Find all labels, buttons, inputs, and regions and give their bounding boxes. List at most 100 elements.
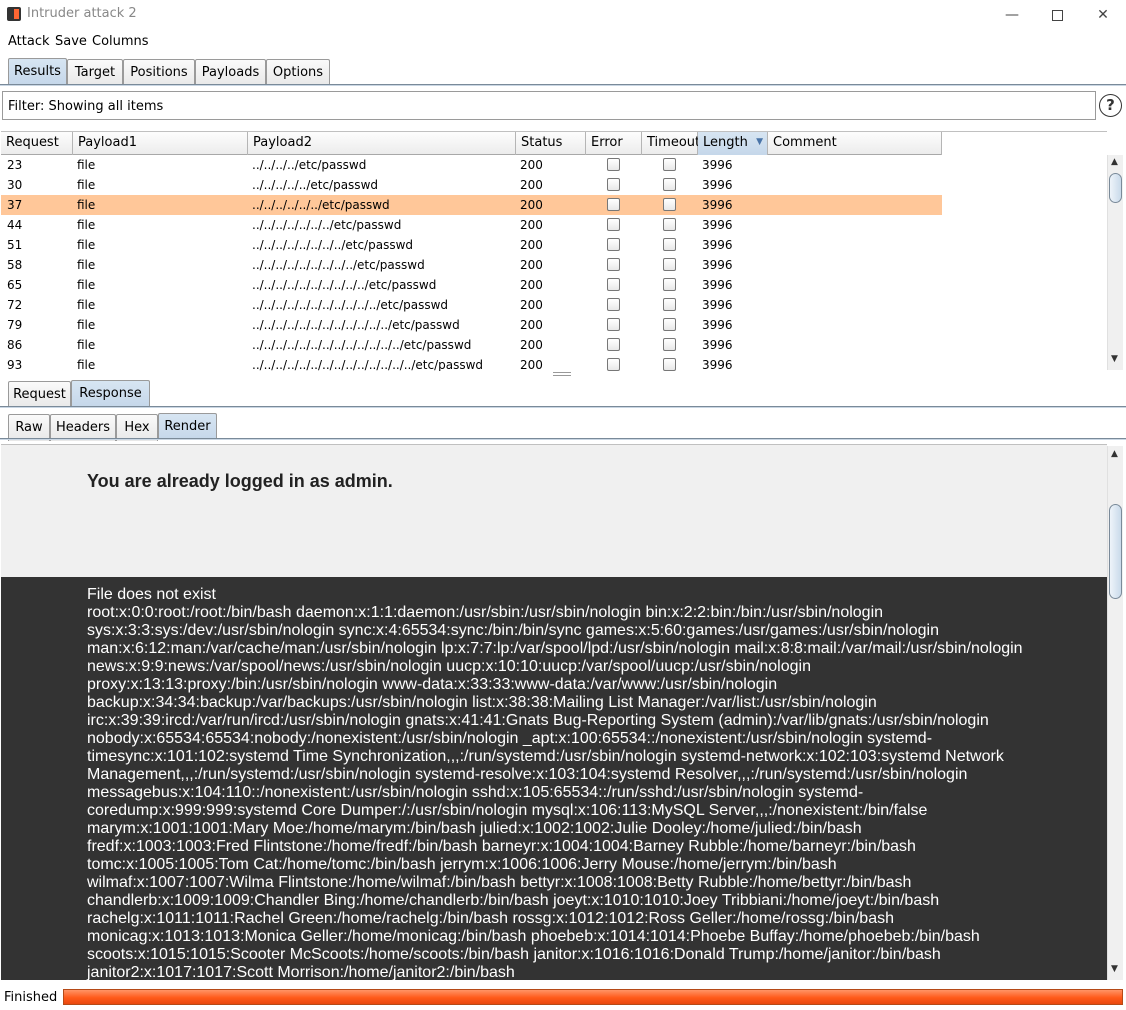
cell-length: 3996 <box>702 298 733 312</box>
render-pane: You are already logged in as admin. File… <box>1 444 1107 980</box>
column-header-comment[interactable]: Comment <box>768 132 942 155</box>
cell-request: 51 <box>7 238 23 252</box>
tab-render[interactable]: Render <box>158 413 217 440</box>
tab-headers[interactable]: Headers <box>50 414 116 441</box>
column-header-payload2[interactable]: Payload2 <box>248 132 516 155</box>
column-header-length[interactable]: Length ▼ <box>698 132 768 155</box>
table-row[interactable]: 86 file ../../../../../../../../../../../.… <box>1 335 942 355</box>
table-row[interactable]: 30 file ../../../../../etc/passwd 200 3996 <box>1 175 942 195</box>
table-row[interactable]: 58 file ../../../../../../../../../etc/pas… <box>1 255 942 275</box>
tab-positions[interactable]: Positions <box>123 59 195 86</box>
cell-status: 200 <box>520 258 543 272</box>
timeout-checkbox <box>663 298 676 311</box>
cell-payload2: ../../../../../../../../../etc/passwd <box>252 258 425 272</box>
cell-payload1: file <box>77 298 96 312</box>
cell-request: 72 <box>7 298 23 312</box>
maximize-icon[interactable] <box>1043 4 1071 26</box>
cell-payload1: file <box>77 338 96 352</box>
cell-length: 3996 <box>702 318 733 332</box>
cell-request: 37 <box>7 198 23 212</box>
render-scroll-thumb[interactable] <box>1109 504 1122 599</box>
table-row[interactable]: 72 file ../../../../../../../../../../../e… <box>1 295 942 315</box>
timeout-checkbox <box>663 318 676 331</box>
table-row[interactable]: 44 file ../../../../../../../etc/passwd 200… <box>1 215 942 235</box>
tab-results[interactable]: Results <box>8 58 67 85</box>
passwd-line: Management,,,:/run/systemd:/usr/sbin/nol… <box>87 766 968 783</box>
timeout-checkbox <box>663 158 676 171</box>
cell-payload2: ../../../../../../../../../../../../../e… <box>252 338 472 352</box>
tab-target[interactable]: Target <box>67 59 123 86</box>
tab-hex[interactable]: Hex <box>116 414 158 441</box>
error-checkbox <box>607 318 620 331</box>
cell-status: 200 <box>520 218 543 232</box>
error-checkbox <box>607 218 620 231</box>
column-header-error[interactable]: Error <box>586 132 642 155</box>
column-header-payload1[interactable]: Payload1 <box>73 132 248 155</box>
tab-raw[interactable]: Raw <box>8 414 50 441</box>
cell-request: 30 <box>7 178 23 192</box>
cell-payload1: file <box>77 158 96 172</box>
error-checkbox <box>607 178 620 191</box>
status-text: Finished <box>4 990 58 1005</box>
cell-request: 44 <box>7 218 23 232</box>
passwd-line: irc:x:39:39:ircd:/var/run/ircd:/usr/sbin… <box>87 712 989 729</box>
cell-payload2: ../../../../../../etc/passwd <box>252 198 390 212</box>
column-header-timeout[interactable]: Timeout <box>642 132 700 155</box>
error-checkbox <box>607 158 620 171</box>
view-tab-strip: Raw Headers Hex Render <box>0 412 1126 441</box>
cell-length: 3996 <box>702 158 733 172</box>
cell-status: 200 <box>520 358 543 371</box>
pane-splitter[interactable] <box>553 372 571 376</box>
table-row[interactable]: 37 file ../../../../../../etc/passwd 200 399… <box>1 195 942 215</box>
scroll-thumb[interactable] <box>1109 173 1122 203</box>
results-scrollbar[interactable]: ▲ ▼ <box>1107 155 1123 370</box>
passwd-line: chandlerb:x:1009:1009:Chandler Bing:/hom… <box>87 892 940 909</box>
view-divider <box>0 438 1126 440</box>
close-icon[interactable]: ✕ <box>1089 4 1117 26</box>
cell-payload1: file <box>77 238 96 252</box>
menu-save[interactable]: Save <box>55 34 87 49</box>
passwd-line: proxy:x:13:13:proxy:/bin:/usr/sbin/nolog… <box>87 676 778 693</box>
filter-bar[interactable]: Filter: Showing all items <box>2 91 1096 120</box>
cell-status: 200 <box>520 318 543 332</box>
table-header: Request Payload1 Payload2 Status Error T… <box>1 132 942 155</box>
cell-status: 200 <box>520 278 543 292</box>
scroll-up-icon[interactable]: ▲ <box>1111 157 1118 167</box>
render-scrollbar[interactable]: ▲ ▼ <box>1107 446 1123 980</box>
column-header-request[interactable]: Request <box>1 132 73 155</box>
tab-payloads[interactable]: Payloads <box>195 59 266 86</box>
timeout-checkbox <box>663 198 676 211</box>
cell-payload2: ../../../../../../../../etc/passwd <box>252 238 414 252</box>
scroll-down-icon[interactable]: ▼ <box>1111 964 1118 974</box>
sort-desc-icon: ▼ <box>756 137 763 147</box>
column-header-status[interactable]: Status <box>516 132 586 155</box>
tab-options[interactable]: Options <box>266 59 330 86</box>
error-checkbox <box>607 238 620 251</box>
tab-response[interactable]: Response <box>71 380 150 407</box>
scroll-up-icon[interactable]: ▲ <box>1111 449 1118 459</box>
status-bar: Finished <box>0 986 1126 1010</box>
table-row[interactable]: 79 file ../../../../../../../../../../../.… <box>1 315 942 335</box>
minimize-icon[interactable]: — <box>998 4 1026 26</box>
error-checkbox <box>607 198 620 211</box>
cell-length: 3996 <box>702 358 733 371</box>
cell-payload1: file <box>77 258 96 272</box>
title-bar: Intruder attack 2 — ✕ <box>0 0 1126 30</box>
table-row[interactable]: 93 file ../../../../../../../../../../../.… <box>1 355 942 371</box>
passwd-line: root:x:0:0:root:/root:/bin/bash daemon:x… <box>87 604 884 621</box>
menu-attack[interactable]: Attack <box>8 34 50 49</box>
table-row[interactable]: 65 file ../../../../../../../../../../etc/… <box>1 275 942 295</box>
cell-length: 3996 <box>702 178 733 192</box>
cell-length: 3996 <box>702 338 733 352</box>
cell-payload2: ../../../../../../../etc/passwd <box>252 218 402 232</box>
table-row[interactable]: 51 file ../../../../../../../../etc/passwd… <box>1 235 942 255</box>
passwd-line: sys:x:3:3:sys:/dev:/usr/sbin/nologin syn… <box>87 622 939 639</box>
scroll-down-icon[interactable]: ▼ <box>1111 354 1118 364</box>
help-icon[interactable]: ? <box>1099 94 1122 117</box>
timeout-checkbox <box>663 258 676 271</box>
tab-request[interactable]: Request <box>8 381 71 408</box>
reqresp-tab-strip: Request Response <box>0 379 1126 408</box>
cell-request: 93 <box>7 358 23 371</box>
table-row[interactable]: 23 file ../../../../etc/passwd 200 3996 <box>1 155 942 175</box>
menu-columns[interactable]: Columns <box>92 34 149 49</box>
